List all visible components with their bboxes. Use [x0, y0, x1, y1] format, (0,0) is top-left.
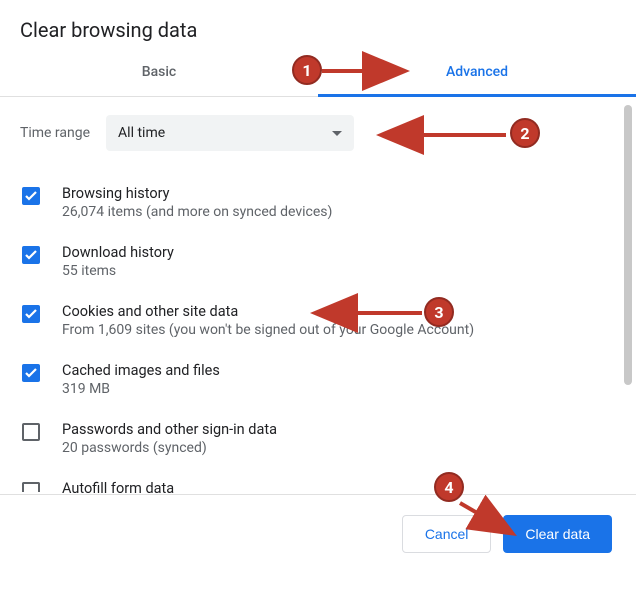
checkbox-browsing-history[interactable] [22, 187, 40, 205]
option-list: Browsing history 26,074 items (and more … [20, 165, 616, 495]
dialog-title: Clear browsing data [0, 0, 636, 48]
option-subtitle: 20 passwords (synced) [62, 440, 277, 456]
checkbox-passwords[interactable] [22, 423, 40, 441]
annotation-marker-2: 2 [510, 118, 540, 148]
option-title: Autofill form data [62, 480, 174, 495]
chevron-down-icon [332, 131, 342, 136]
cancel-button[interactable]: Cancel [402, 515, 492, 553]
annotation-marker-4: 4 [434, 472, 464, 502]
checkbox-download-history[interactable] [22, 246, 40, 264]
option-subtitle: 26,074 items (and more on synced devices… [62, 204, 332, 220]
tab-basic[interactable]: Basic [0, 48, 318, 96]
clear-data-button[interactable]: Clear data [503, 515, 612, 553]
checkbox-autofill[interactable] [22, 482, 40, 492]
option-autofill: Autofill form data [20, 470, 616, 495]
scrollbar-thumb[interactable] [624, 105, 632, 385]
option-title: Passwords and other sign-in data [62, 421, 277, 438]
option-browsing-history: Browsing history 26,074 items (and more … [20, 175, 616, 234]
option-download-history: Download history 55 items [20, 234, 616, 293]
time-range-value: All time [118, 125, 165, 141]
option-title: Browsing history [62, 185, 332, 202]
option-title: Cached images and files [62, 362, 220, 379]
option-cached-images: Cached images and files 319 MB [20, 352, 616, 411]
options-scroll-area: Time range All time Browsing history 26,… [0, 97, 636, 495]
annotation-marker-3: 3 [424, 297, 454, 327]
option-title: Cookies and other site data [62, 303, 474, 320]
option-subtitle: 55 items [62, 263, 174, 279]
option-subtitle: From 1,609 sites (you won't be signed ou… [62, 322, 474, 338]
option-cookies: Cookies and other site data From 1,609 s… [20, 293, 616, 352]
annotation-marker-1: 1 [292, 55, 322, 85]
dialog-button-row: Cancel Clear data [0, 495, 636, 553]
time-range-select[interactable]: All time [106, 115, 354, 151]
option-title: Download history [62, 244, 174, 261]
tab-advanced[interactable]: Advanced [318, 48, 636, 97]
option-passwords: Passwords and other sign-in data 20 pass… [20, 411, 616, 470]
option-subtitle: 319 MB [62, 381, 220, 397]
checkbox-cached-images[interactable] [22, 364, 40, 382]
checkbox-cookies[interactable] [22, 305, 40, 323]
time-range-label: Time range [20, 125, 90, 141]
